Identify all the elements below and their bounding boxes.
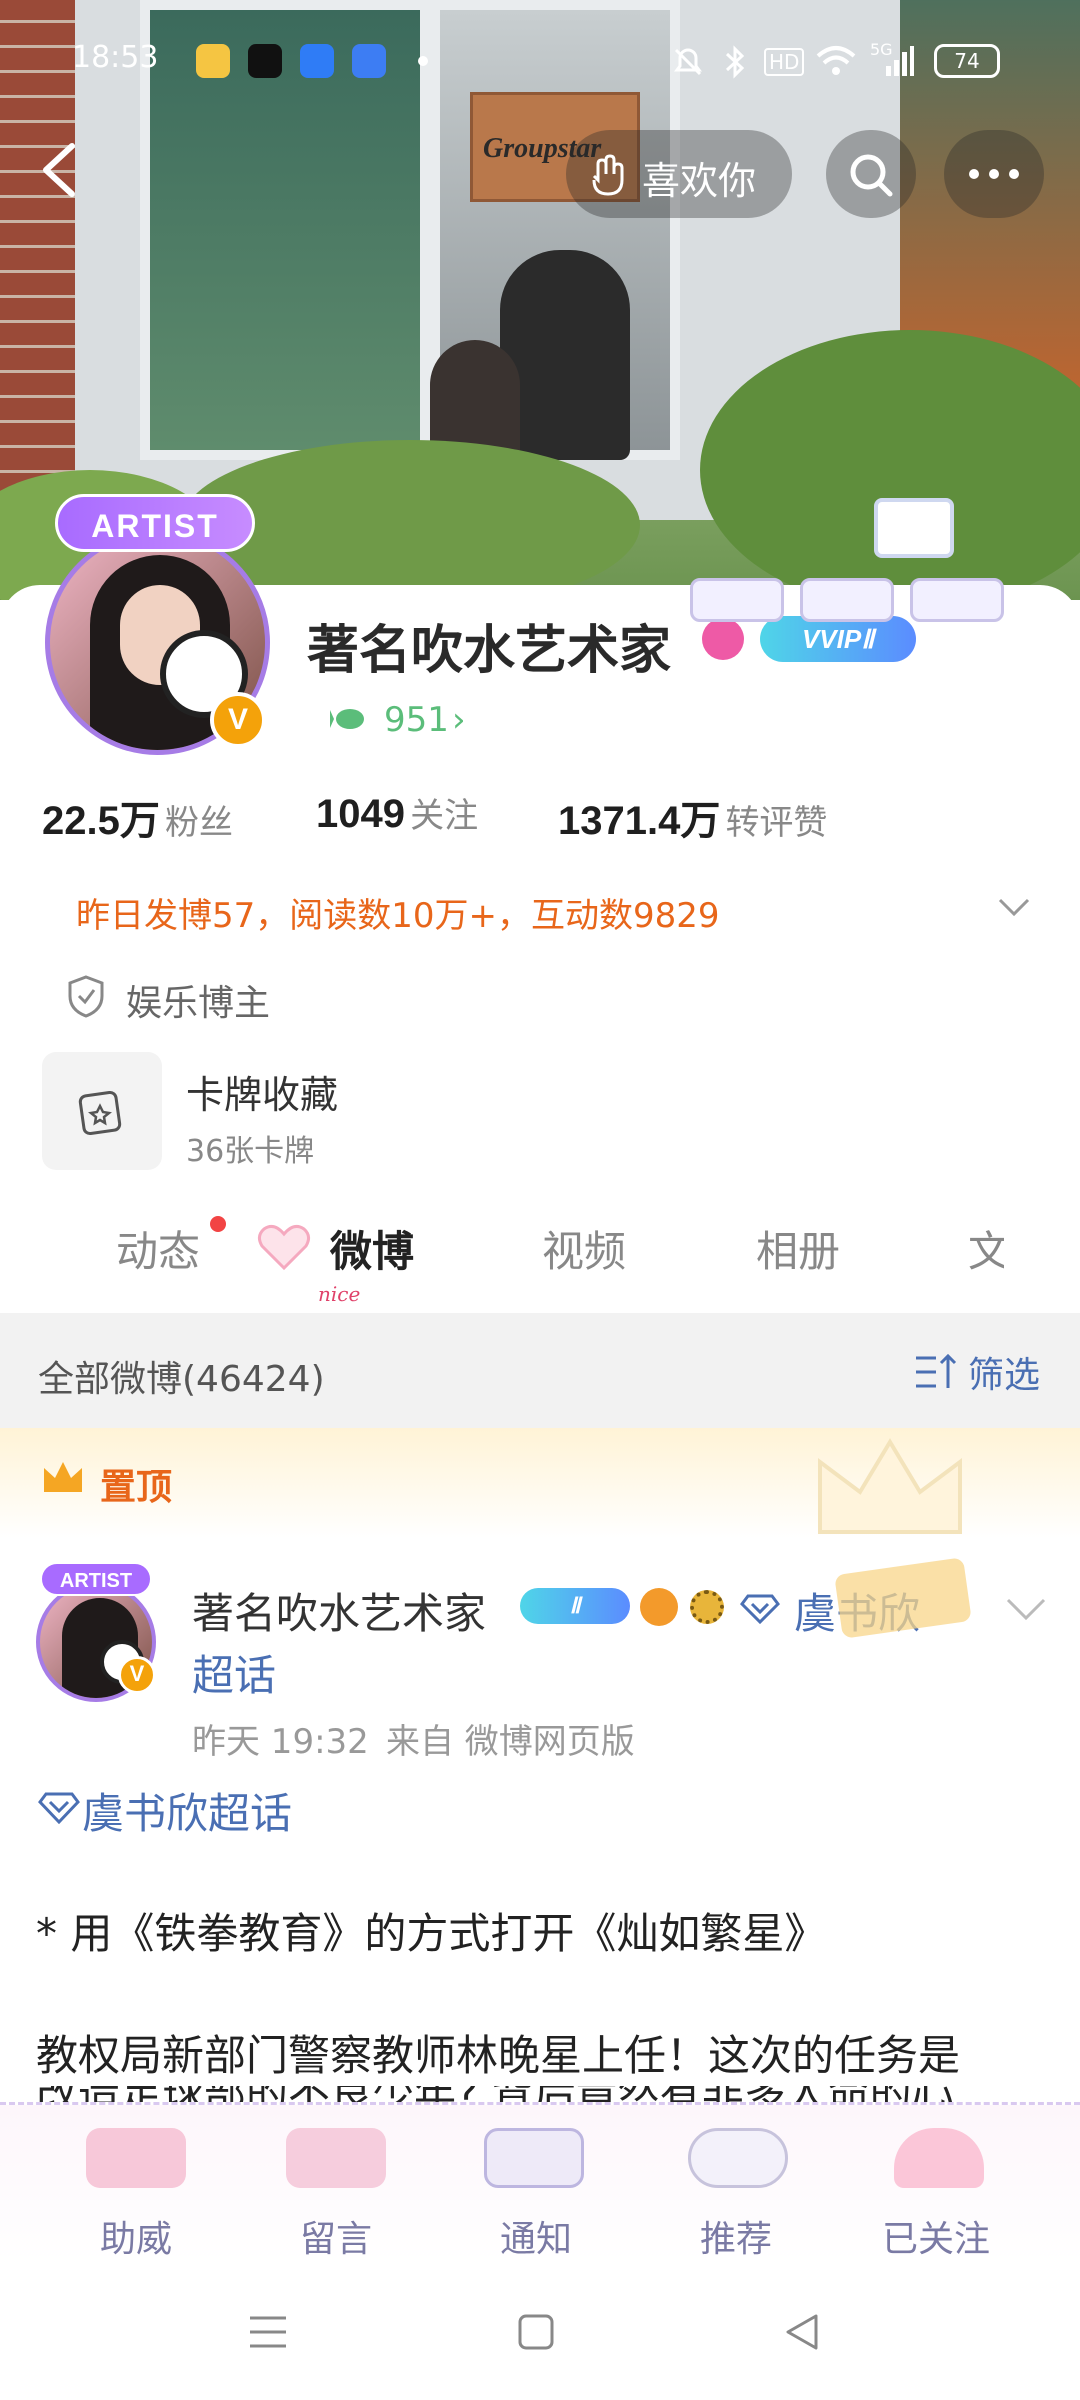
- post-text-line-2: 教权局新部门警察教师林晚星上任！这次的任务是: [36, 2031, 961, 2080]
- chat-bubble-decoration: [874, 498, 954, 558]
- tab-weibo[interactable]: 微博: [330, 1218, 414, 1279]
- battery-icon: 74: [934, 44, 1000, 78]
- wifi-icon: [816, 46, 856, 75]
- cover-brick-wall: [0, 0, 75, 520]
- stat-followers[interactable]: 22.5万 粉丝: [42, 788, 233, 846]
- topic-diamond-icon: [740, 1594, 780, 1624]
- mute-icon: [674, 48, 702, 76]
- post-author-name[interactable]: 著名吹水艺术家: [192, 1580, 486, 1641]
- message-button[interactable]: 留言: [300, 2210, 372, 2262]
- crown-icon: [44, 1462, 82, 1492]
- tab-weibo-sub: nice: [318, 1282, 361, 1306]
- fan-fish-icon: [330, 709, 364, 729]
- fan-level[interactable]: 951: [384, 700, 449, 740]
- topic-link-diamond-icon: [38, 1792, 80, 1824]
- post-time: 昨天 19:32: [192, 1722, 369, 1762]
- stat-interactions[interactable]: 1371.4万 转评赞: [558, 788, 827, 846]
- pixel-cat-decoration: [690, 568, 1010, 626]
- filter-button[interactable]: 筛选: [914, 1346, 1046, 1396]
- cloud-decoration: [688, 2128, 788, 2188]
- bow-decoration: [86, 2128, 186, 2188]
- card-collection-title[interactable]: 卡牌收藏: [186, 1064, 338, 1119]
- bluetooth-icon: [725, 45, 745, 79]
- tab-dynamics-red-dot: [210, 1216, 226, 1232]
- post-menu-chevron-icon[interactable]: [1004, 1596, 1048, 1622]
- tab-dynamics[interactable]: 动态: [116, 1218, 200, 1279]
- files-app-icon: [352, 44, 386, 78]
- signal-icon: [886, 46, 914, 76]
- expand-chevron-down-icon[interactable]: [996, 896, 1032, 920]
- tiktok-app-icon: [248, 44, 282, 78]
- card-collection-count: 36张卡牌: [186, 1134, 315, 1169]
- fish-badge-icon: [640, 1588, 678, 1626]
- home-square-icon[interactable]: [514, 2310, 558, 2354]
- hand-heart-icon: [592, 154, 624, 196]
- menu-lines-icon[interactable]: [246, 2312, 290, 2352]
- verified-v-badge: V: [210, 692, 266, 748]
- sunflower-badge-icon: [690, 1590, 724, 1624]
- system-navigation-bar: [0, 2262, 1080, 2400]
- browser-app-icon: [300, 44, 334, 78]
- candy-decoration: [286, 2128, 386, 2188]
- post-source: 来自 微博网页版: [386, 1722, 635, 1762]
- search-icon: [850, 154, 893, 197]
- following-button[interactable]: 已关注: [882, 2210, 990, 2262]
- status-time: 18:53: [72, 40, 159, 75]
- post-topic-link[interactable]: 虞书欣超话: [82, 1780, 292, 1841]
- filter-icon: [916, 1353, 957, 1388]
- back-triangle-icon[interactable]: [780, 2310, 824, 2354]
- daily-summary: 昨日发博57，阅读数10万+，互动数9829: [76, 896, 720, 936]
- cover-window-left: [140, 0, 430, 460]
- card-collection-thumb[interactable]: [42, 1052, 162, 1170]
- post-text-line-1: * 用《铁拳教育》的方式打开《灿如繁星》: [36, 1909, 827, 1958]
- cat-decoration: [484, 2128, 584, 2188]
- tab-video[interactable]: 视频: [542, 1218, 626, 1279]
- recommend-button[interactable]: 推荐: [700, 2210, 772, 2262]
- shield-icon: [68, 975, 104, 1018]
- tab-album[interactable]: 相册: [756, 1218, 840, 1279]
- stat-following[interactable]: 1049 关注: [316, 788, 478, 837]
- more-button[interactable]: [944, 130, 1044, 218]
- profile-name: 著名吹水艺术家: [307, 622, 672, 680]
- artist-tag: ARTIST: [55, 494, 255, 552]
- post-topic-wrap[interactable]: 超话: [192, 1642, 276, 1703]
- all-posts-count[interactable]: 全部微博(46424): [38, 1350, 325, 1402]
- post-artist-tag: ARTIST: [40, 1562, 152, 1596]
- category-label[interactable]: 娱乐博主: [126, 974, 270, 1026]
- tab-heart-icon: [257, 1224, 311, 1271]
- back-arrow-icon[interactable]: [36, 140, 82, 200]
- post-vip-badge: Ⅱ: [520, 1588, 630, 1624]
- tab-article-clipped[interactable]: 文: [968, 1210, 1004, 1274]
- sticker-decoration: [834, 1557, 972, 1639]
- like-you-button[interactable]: 喜欢你: [566, 130, 792, 218]
- search-button[interactable]: [826, 130, 916, 218]
- cheer-button[interactable]: 助威: [100, 2210, 172, 2262]
- more-notifications-dot: [418, 56, 428, 66]
- weibo-app-icon: [196, 44, 230, 78]
- fan-level-arrow: ›: [452, 700, 466, 740]
- hd-icon: HD: [764, 48, 805, 76]
- card-collection-icon: [78, 1090, 122, 1136]
- more-dots-icon: [969, 169, 1019, 179]
- post-verified-badge: V: [118, 1656, 156, 1694]
- crown-watermark-icon: [818, 1438, 962, 1534]
- notify-button[interactable]: 通知: [500, 2210, 572, 2262]
- pinned-label: 置顶: [100, 1466, 173, 1507]
- battery-level: 74: [954, 49, 980, 73]
